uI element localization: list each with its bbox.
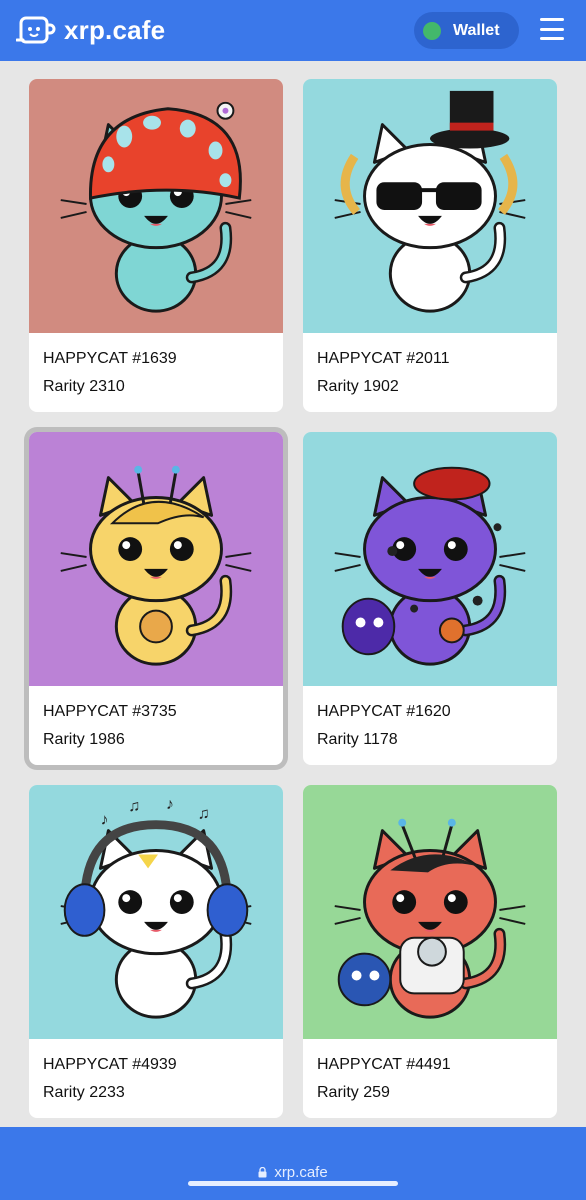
nft-rarity: Rarity 1902 xyxy=(317,378,399,395)
coffee-cup-icon xyxy=(16,16,56,43)
nft-name: HAPPYCAT #1639 xyxy=(43,350,177,367)
nft-image xyxy=(29,79,283,333)
nft-rarity: Rarity 2310 xyxy=(43,378,125,395)
nft-thumbnail[interactable] xyxy=(29,79,283,333)
svg-text:♫: ♫ xyxy=(198,806,210,823)
nft-image: ♪ ♫ ♪ ♫ xyxy=(29,785,283,1039)
nft-card[interactable]: HAPPYCAT #3735 Rarity 1986 xyxy=(29,432,283,765)
nft-details: HAPPYCAT #4939 Rarity 2233 xyxy=(29,1039,283,1103)
nft-grid: HAPPYCAT #1639 Rarity 2310 HAPPYCAT #201… xyxy=(0,61,586,1127)
nft-thumbnail[interactable] xyxy=(303,432,557,686)
address-bar[interactable]: xrp.cafe xyxy=(258,1145,328,1200)
wallet-button[interactable]: Wallet xyxy=(414,12,519,49)
wallet-label: Wallet xyxy=(453,21,500,39)
nft-image xyxy=(29,432,283,686)
nft-image xyxy=(303,785,557,1039)
nft-rarity: Rarity 2233 xyxy=(43,1084,125,1101)
nft-rarity: Rarity 1178 xyxy=(317,731,398,748)
browser-bottom-bar: xrp.cafe xyxy=(0,1127,586,1200)
nft-name: HAPPYCAT #3735 xyxy=(43,703,177,720)
brand-name: xrp.cafe xyxy=(64,15,166,45)
nft-card[interactable]: HAPPYCAT #2011 Rarity 1902 xyxy=(303,79,557,412)
nft-name: HAPPYCAT #1620 xyxy=(317,703,451,720)
nft-thumbnail[interactable] xyxy=(303,785,557,1039)
svg-text:♪: ♪ xyxy=(100,812,108,829)
nft-card[interactable]: HAPPYCAT #1639 Rarity 2310 xyxy=(29,79,283,412)
nft-rarity: Rarity 259 xyxy=(317,1084,390,1101)
nft-name: HAPPYCAT #4491 xyxy=(317,1056,451,1073)
url-text: xrp.cafe xyxy=(274,1164,328,1181)
nft-rarity: Rarity 1986 xyxy=(43,731,125,748)
nft-details: HAPPYCAT #1620 Rarity 1178 xyxy=(303,686,557,750)
top-bar: xrp.cafe Wallet xyxy=(0,0,586,61)
nft-card[interactable]: HAPPYCAT #4491 Rarity 259 xyxy=(303,785,557,1118)
nft-name: HAPPYCAT #2011 xyxy=(317,350,450,367)
nft-details: HAPPYCAT #4491 Rarity 259 xyxy=(303,1039,557,1103)
nft-thumbnail[interactable] xyxy=(303,79,557,333)
nft-image xyxy=(303,432,557,686)
nft-name: HAPPYCAT #4939 xyxy=(43,1056,177,1073)
svg-text:♪: ♪ xyxy=(166,796,174,813)
home-indicator[interactable] xyxy=(188,1181,398,1186)
lock-icon xyxy=(258,1167,267,1178)
nft-card[interactable]: HAPPYCAT #1620 Rarity 1178 xyxy=(303,432,557,765)
nft-details: HAPPYCAT #1639 Rarity 2310 xyxy=(29,333,283,397)
nft-thumbnail[interactable] xyxy=(29,432,283,686)
hamburger-menu-icon[interactable] xyxy=(540,18,564,40)
nft-details: HAPPYCAT #2011 Rarity 1902 xyxy=(303,333,557,397)
nft-image xyxy=(303,79,557,333)
wallet-status-icon xyxy=(423,21,441,40)
nft-details: HAPPYCAT #3735 Rarity 1986 xyxy=(29,686,283,750)
nft-thumbnail[interactable]: ♪ ♫ ♪ ♫ xyxy=(29,785,283,1039)
nft-card[interactable]: ♪ ♫ ♪ ♫ HAPPYCAT #4939 Rarity 2233 xyxy=(29,785,283,1118)
svg-text:♫: ♫ xyxy=(128,798,140,815)
brand-logo[interactable]: xrp.cafe xyxy=(16,15,165,47)
